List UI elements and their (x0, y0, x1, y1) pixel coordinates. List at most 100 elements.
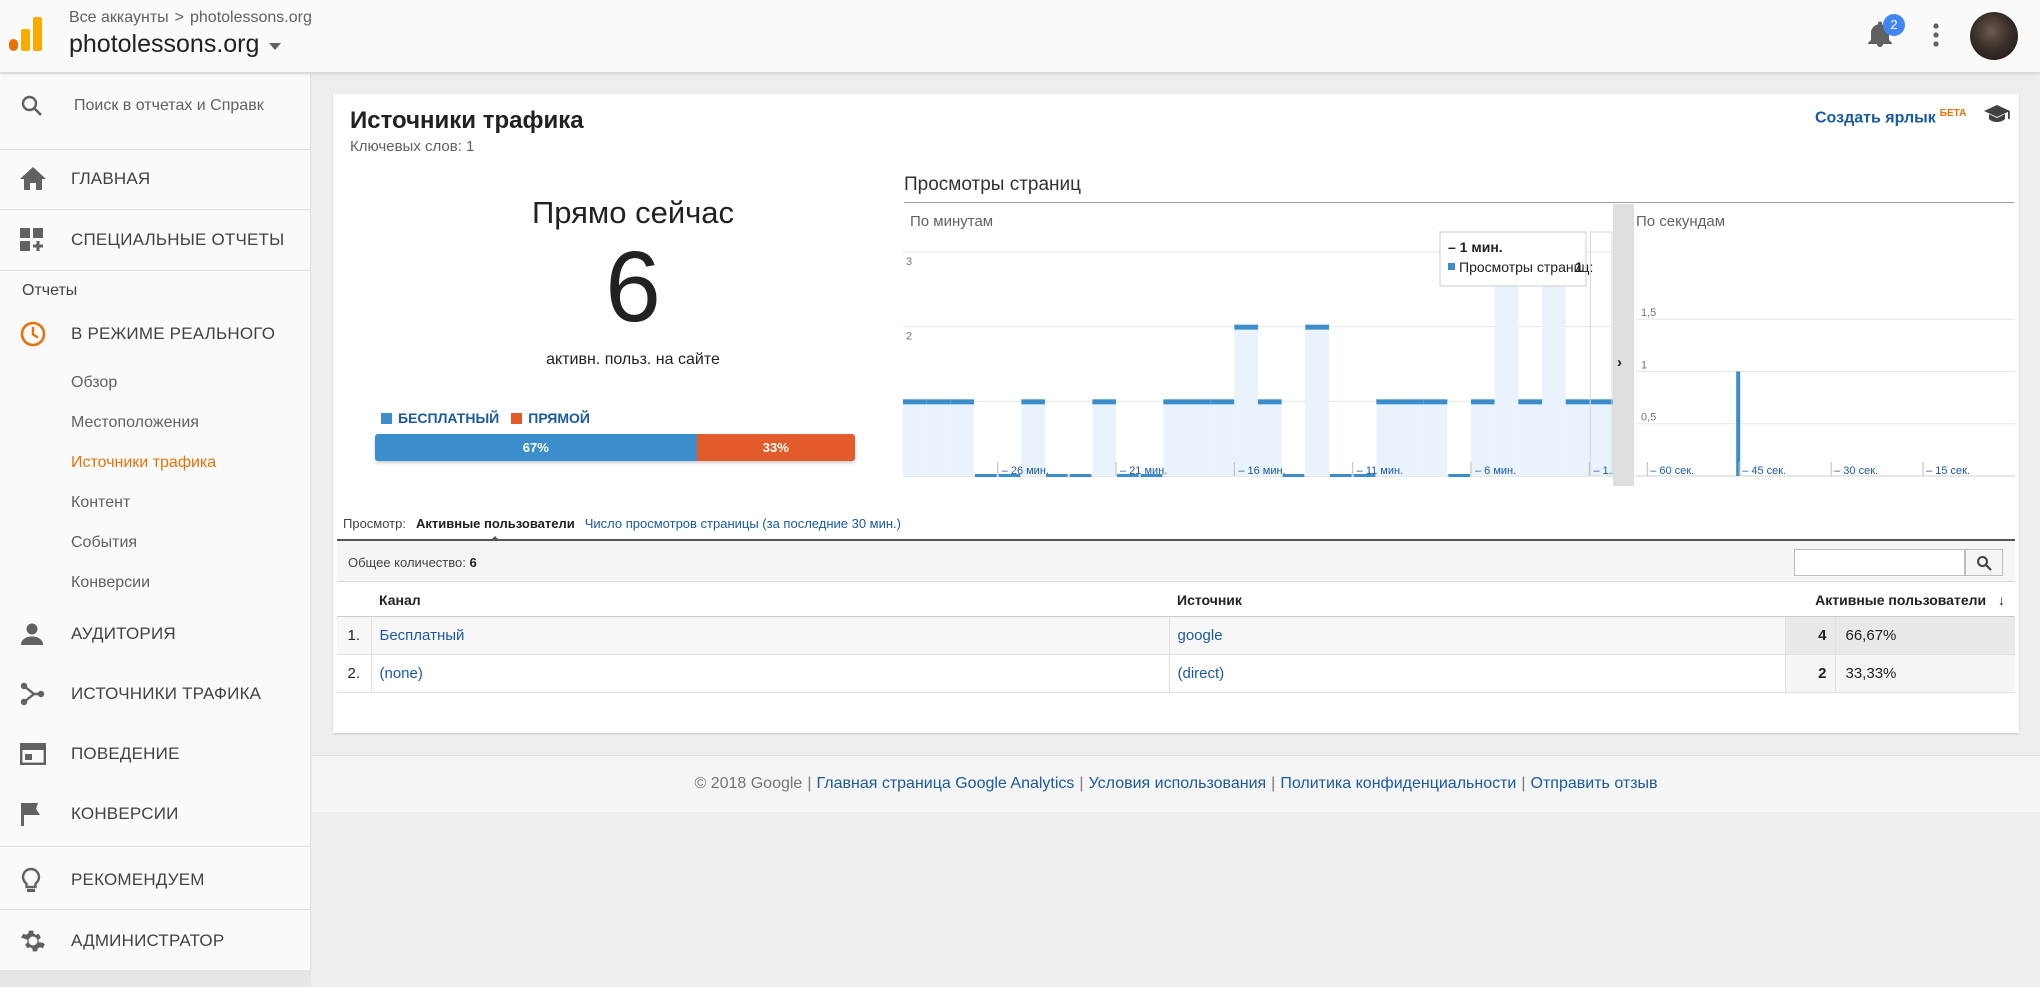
x-tick-label: – 15 сек. (1926, 465, 1970, 477)
per-second-ticks: – 60 сек. – 45 сек. – 30 сек. – 15 сек. (1646, 462, 1970, 477)
bar (1234, 324, 1258, 330)
property-selector[interactable]: photolessons.org (69, 30, 282, 59)
x-tick-label: – 6 мин. (1475, 465, 1516, 477)
active-users-value: 4 (1785, 616, 1836, 655)
more-options-icon[interactable] (1932, 22, 1940, 48)
table-search-input[interactable] (1794, 549, 1965, 576)
x-tick-label: – 60 сек. (1650, 465, 1694, 477)
per-second-grid: 0,5 1 1,5 (1635, 307, 2015, 477)
column-header-source[interactable]: Источник (1169, 584, 1785, 617)
property-name: photolessons.org (69, 30, 260, 58)
footer-link-privacy[interactable]: Политика конфиденциальности (1280, 775, 1516, 793)
bar-area (1210, 401, 1235, 476)
tooltip-value: 1 (1575, 259, 1583, 275)
sidebar-item-label: В РЕЖИМЕ РЕАЛЬНОГО (71, 324, 276, 343)
sidebar-subitem-conversions[interactable]: Конверсии (71, 574, 150, 592)
footer-link-feedback[interactable]: Отправить отзыв (1531, 775, 1658, 793)
pageviews-chart: По минутам По секундам 1 2 3 – 26 мин. – 21… (903, 204, 2015, 486)
total-bar: Общее количество: 6 (337, 539, 2015, 582)
sidebar-item-label: АУДИТОРИЯ (71, 624, 176, 643)
x-tick-label: – 11 мин. (1357, 465, 1404, 477)
tab-pageviews[interactable]: Число просмотров страницы (за последние … (585, 516, 901, 531)
sidebar-item-label: ГЛАВНАЯ (71, 169, 151, 188)
table-search-button[interactable] (1965, 549, 2003, 576)
sidebar-subitem-overview[interactable]: Обзор (71, 374, 117, 392)
legend-swatch (511, 412, 523, 424)
source-link[interactable]: google (1169, 616, 1786, 655)
per-second-bars (1736, 371, 1741, 476)
sidebar-subitem-locations[interactable]: Местоположения (71, 414, 199, 432)
beta-badge: БЕТА (1939, 108, 1967, 119)
sidebar-item-home[interactable]: ГЛАВНАЯ (0, 159, 311, 199)
sidebar-search[interactable]: Поиск в отчетах и Справк (0, 86, 311, 126)
sidebar-item-label: СПЕЦИАЛЬНЫЕ ОТЧЕТЫ (71, 230, 285, 249)
analytics-logo-icon[interactable] (9, 17, 43, 51)
sidebar-item-behavior[interactable]: ПОВЕДЕНИЕ (0, 734, 311, 774)
divider (0, 149, 311, 150)
total-summary: Общее количество: 6 (348, 555, 477, 570)
sidebar-subitem-traffic-sources[interactable]: Источники трафика (71, 454, 216, 472)
tab-active-users[interactable]: Активные пользователи (416, 516, 575, 542)
bar (1163, 399, 1187, 405)
footer-separator: | (807, 775, 812, 792)
legend-label: ПРЯМОЙ (528, 410, 590, 426)
bar (926, 399, 951, 405)
channel-split-bar: 67% 33% (375, 434, 855, 461)
table-row: 1. Бесплатный google 4 66,67% (337, 616, 2015, 655)
sidebar-item-admin[interactable]: АДМИНИСТРАТОР (0, 921, 311, 961)
sidebar-subitem-content[interactable]: Контент (71, 494, 130, 512)
sidebar-search-input[interactable]: Поиск в отчетах и Справк (74, 97, 264, 115)
sidebar-item-realtime[interactable]: В РЕЖИМЕ РЕАЛЬНОГО (0, 314, 311, 354)
bar-area (1234, 326, 1258, 476)
dashboard-plus-icon (20, 228, 44, 252)
sidebar-subitem-events[interactable]: События (71, 534, 137, 552)
breadcrumb-site[interactable]: photolessons.org (190, 9, 312, 27)
source-link[interactable]: (direct) (1169, 654, 1786, 693)
channel-link[interactable]: (none) (371, 654, 1170, 693)
active-users-percent: 33,33% (1835, 654, 2015, 693)
footer-link-ga-home[interactable]: Главная страница Google Analytics (816, 775, 1074, 793)
active-users-caption: активн. польз. на сайте (546, 351, 720, 368)
bar (903, 399, 927, 405)
total-value: 6 (469, 555, 477, 570)
column-header-channel[interactable]: Канал (337, 584, 1169, 617)
divider (0, 909, 311, 910)
divider (0, 209, 311, 210)
bar (1376, 399, 1400, 405)
search-icon (20, 94, 44, 118)
bar-area (1092, 401, 1116, 476)
person-icon (20, 622, 44, 646)
y-tick-label: 2 (906, 331, 912, 343)
user-avatar[interactable] (1970, 12, 2018, 60)
y-tick-label: 3 (906, 256, 912, 268)
column-header-active-users[interactable]: Активные пользователи ↓ (1785, 584, 2015, 617)
legend-item-direct: ПРЯМОЙ (511, 410, 590, 426)
right-now-label: Прямо сейчас (531, 195, 735, 230)
sidebar-item-conversions[interactable]: КОНВЕРСИИ (0, 794, 311, 834)
create-shortcut-link[interactable]: Создать ярлык БЕТА (1815, 108, 1966, 127)
page-title: Источники трафика (350, 107, 584, 134)
home-icon (20, 167, 46, 191)
sidebar-item-custom-reports[interactable]: СПЕЦИАЛЬНЫЕ ОТЧЕТЫ (0, 220, 311, 260)
bar (1305, 324, 1329, 330)
graduation-cap-icon[interactable] (1983, 104, 2011, 124)
sidebar-item-acquisition[interactable]: ИСТОЧНИКИ ТРАФИКА (0, 674, 311, 714)
sidebar-item-discover[interactable]: РЕКОМЕНДУЕМ (0, 860, 311, 900)
x-tick-label: – 16 мин. (1238, 465, 1285, 477)
bar (1330, 474, 1352, 477)
sidebar-item-audience[interactable]: АУДИТОРИЯ (0, 614, 311, 654)
bar-area (926, 401, 951, 476)
sidebar-item-label: РЕКОМЕНДУЕМ (71, 870, 205, 889)
gear-icon (20, 928, 46, 954)
breadcrumb-all-accounts[interactable]: Все аккаунты (69, 9, 169, 27)
split-segment-organic: 67% (375, 434, 697, 461)
bar (1092, 399, 1116, 405)
sidebar-item-label: АДМИНИСТРАТОР (71, 931, 225, 950)
sidebar-item-label: ИСТОЧНИКИ ТРАФИКА (71, 684, 262, 703)
bar (1258, 399, 1282, 405)
chart-splitter[interactable] (1613, 204, 1634, 486)
x-tick-label: – 26 мин. (1002, 465, 1049, 477)
table-row: 2. (none) (direct) 2 33,33% (337, 654, 2015, 693)
channel-link[interactable]: Бесплатный (371, 616, 1170, 655)
footer-link-terms[interactable]: Условия использования (1089, 775, 1267, 793)
